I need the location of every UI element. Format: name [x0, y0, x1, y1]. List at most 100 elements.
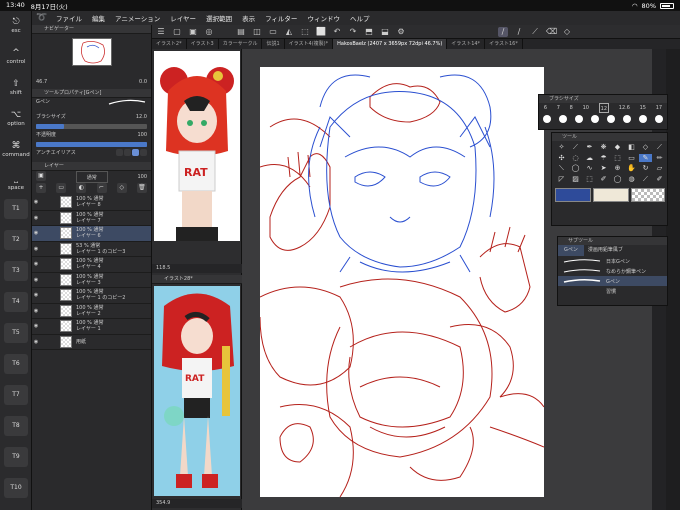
t1-key[interactable]: T1 — [4, 199, 28, 219]
brush-size-slider[interactable] — [36, 124, 147, 129]
brush-size-dot[interactable] — [639, 115, 647, 123]
tab-illust14[interactable]: イラスト14* — [447, 39, 486, 49]
drawing-canvas[interactable] — [260, 67, 544, 497]
eyedropper-icon[interactable]: ⟋ — [569, 143, 582, 152]
clear-icon[interactable]: ▭ — [268, 27, 278, 37]
eye-icon[interactable]: ◉ — [32, 199, 40, 205]
operation-icon[interactable]: ➤ — [597, 164, 610, 173]
main-color-swatch[interactable] — [555, 188, 591, 202]
brush-size-dot[interactable] — [543, 115, 551, 123]
control-key[interactable]: ^ control — [2, 44, 30, 74]
eye-icon[interactable]: ◉ — [32, 246, 40, 252]
t3-key[interactable]: T3 — [4, 261, 28, 281]
brush-size-chip-label[interactable]: 6 — [544, 103, 547, 113]
aa-weak-button[interactable] — [124, 149, 131, 156]
t7-key[interactable]: T7 — [4, 385, 28, 405]
brush-size-chip-label[interactable]: 8 — [570, 103, 573, 113]
command-key[interactable]: ⌘ command — [2, 137, 30, 167]
export-icon[interactable]: ◫ — [252, 27, 262, 37]
app-logo-icon[interactable]: ➰ — [36, 13, 47, 23]
t8-key[interactable]: T8 — [4, 416, 28, 436]
opacity-value[interactable]: 100 — [137, 131, 147, 140]
brush-icon[interactable]: ⟋ — [653, 143, 666, 152]
gradient-icon[interactable]: ◧ — [625, 143, 638, 152]
bubble-icon[interactable]: ◯ — [611, 175, 624, 184]
layer-row[interactable]: ◉ 100 % 通常 レイヤー 2 — [32, 304, 151, 319]
eraser-snap-icon[interactable]: ⌫ — [546, 27, 557, 37]
fill-tool-icon[interactable]: ◆ — [611, 143, 624, 152]
brush-size-chip-label[interactable]: 10 — [583, 103, 589, 113]
magic-wand-icon[interactable]: ✧ — [555, 143, 568, 152]
tab-hakosbaelz[interactable]: HakosBaelz (2407 x 3659px 72dpi 46.7%) — [333, 39, 448, 49]
eye-icon[interactable]: ◉ — [32, 292, 40, 298]
layer-panel-header[interactable]: レイヤー — [32, 162, 151, 171]
layer-settings-icon[interactable]: ⚙ — [396, 27, 406, 37]
eye-icon[interactable]: ◉ — [32, 339, 40, 345]
save-icon[interactable]: ▤ — [236, 27, 246, 37]
aa-none-button[interactable] — [116, 149, 123, 156]
navigator-zoom-value[interactable]: 46.7 — [36, 78, 47, 87]
menu-window[interactable]: ウィンドウ — [307, 13, 340, 23]
balloon-icon[interactable]: ◯ — [569, 164, 582, 173]
figure-icon[interactable]: ⬚ — [611, 154, 624, 162]
reference-icon[interactable]: ◇ — [116, 183, 127, 193]
layer-row[interactable]: ◉ 100 % 通常 レイヤー 8 — [32, 195, 151, 211]
delete-layer-icon[interactable]: 🗑 — [136, 183, 147, 193]
eye-icon[interactable]: ◉ — [32, 323, 40, 329]
rotate-icon[interactable]: ↻ — [639, 164, 652, 173]
ruler-icon[interactable]: ⟋ — [530, 27, 540, 37]
move-icon[interactable]: ✣ — [555, 154, 568, 162]
layer-row[interactable]: ◉ 用紙 — [32, 335, 151, 350]
pencil-icon[interactable]: ✏ — [653, 154, 666, 162]
stabilizer-icon[interactable]: ∕ — [498, 26, 508, 37]
tool-panel-header[interactable]: ツール — [552, 133, 667, 141]
layer-row[interactable]: ◉ 100 % 通常 レイヤー 4 — [32, 257, 151, 273]
new-layer-icon[interactable]: + — [36, 183, 46, 193]
layer-opacity-value[interactable]: 100 — [137, 171, 147, 183]
layer-lock-icon[interactable]: ▣ — [36, 171, 46, 181]
layer-row[interactable]: ◉ 100 % 通常 レイヤー 1 — [32, 319, 151, 335]
line-tool-icon[interactable]: ◸ — [555, 175, 568, 184]
reference-bottom-header[interactable]: イラスト28* — [152, 275, 242, 284]
open-icon[interactable]: ▣ — [188, 27, 198, 37]
subtool-tab-pencil[interactable]: 漫画用鉛筆風ブ — [584, 245, 627, 256]
subtool-item-3[interactable]: Gペン — [558, 276, 667, 286]
menu-animation[interactable]: アニメーション — [115, 13, 160, 23]
pen-selected-icon[interactable]: ✎ — [639, 154, 652, 162]
redo-icon[interactable]: ↷ — [348, 27, 358, 37]
transform-icon[interactable]: ⬚ — [300, 27, 310, 37]
layer-row[interactable]: ◉ 100 % 通常 レイヤー 1 のコピー2 — [32, 288, 151, 304]
blend-tool-icon[interactable]: ☂ — [597, 154, 610, 162]
t6-key[interactable]: T6 — [4, 354, 28, 374]
invert-select-icon[interactable]: ⬓ — [380, 27, 390, 37]
new-canvas-icon[interactable]: ▢ — [172, 27, 182, 37]
layer-row[interactable]: ◉ 100 % 通常 レイヤー 6 — [32, 226, 151, 242]
brush-size-chip-label[interactable]: 15 — [640, 103, 646, 113]
blend-mode-select[interactable]: 通常 — [75, 171, 108, 183]
undo-icon[interactable]: ↶ — [332, 27, 342, 37]
aa-strong-button[interactable] — [140, 149, 147, 156]
menu-view[interactable]: 表示 — [242, 13, 255, 23]
navigator-angle-value[interactable]: 0.0 — [139, 78, 147, 87]
tab-legend1[interactable]: 伝説1 — [262, 39, 285, 49]
brush-size-dot[interactable] — [575, 115, 583, 123]
frame-icon[interactable]: ▭ — [625, 154, 638, 162]
brush-size-chip-label[interactable]: 12.6 — [619, 103, 630, 113]
tab-illust3[interactable]: イラスト3 — [187, 39, 219, 49]
eye-icon[interactable]: ◉ — [32, 308, 40, 314]
select-rect-icon[interactable]: ⬚ — [583, 175, 596, 184]
opacity-slider[interactable] — [36, 142, 147, 147]
vector-eraser-icon[interactable]: ✐ — [653, 175, 666, 184]
subtool-item-4[interactable]: 習慣 — [558, 286, 667, 296]
decoration-icon[interactable]: ❋ — [597, 143, 610, 152]
brush-size-value[interactable]: 12.0 — [136, 113, 147, 122]
t2-key[interactable]: T2 — [4, 230, 28, 250]
brush-size-dot[interactable] — [623, 115, 631, 123]
t4-key[interactable]: T4 — [4, 292, 28, 312]
menu-help[interactable]: ヘルプ — [350, 13, 370, 23]
pen-tool-icon[interactable]: ✒ — [583, 143, 596, 152]
subtool-panel-header[interactable]: サブツール — [558, 237, 667, 245]
correct-line-icon[interactable]: ∿ — [583, 164, 596, 173]
eye-icon[interactable]: ◉ — [32, 215, 40, 221]
brush-size-dot[interactable] — [655, 115, 663, 123]
